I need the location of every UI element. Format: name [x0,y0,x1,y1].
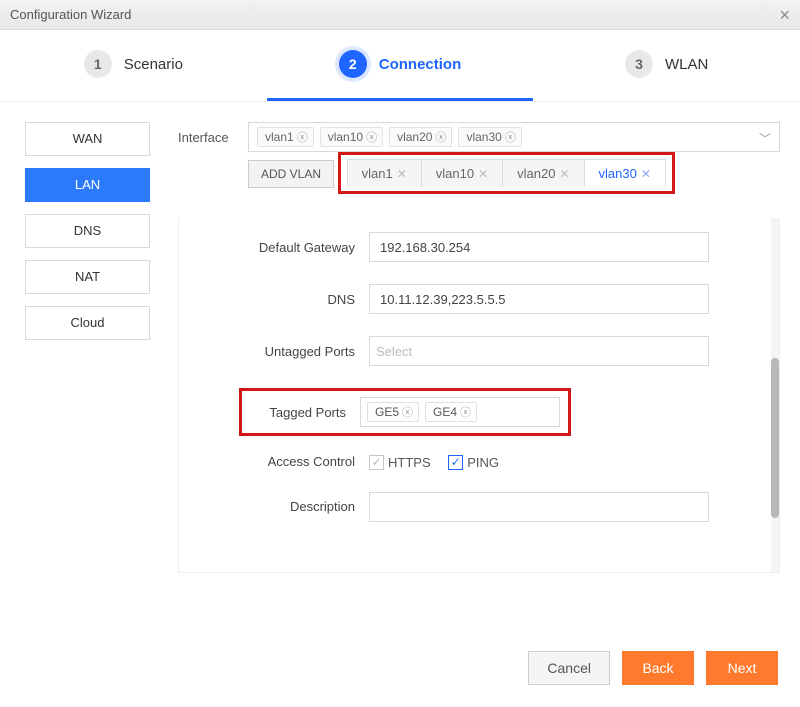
sidebar-item-wan[interactable]: WAN [25,122,150,156]
interface-tag[interactable]: vlan20ⓧ [389,127,452,147]
interface-tag[interactable]: vlan1ⓧ [257,127,314,147]
tagged-ports-select[interactable]: GE5ⓧ GE4ⓧ [360,397,560,427]
remove-icon[interactable]: ⓧ [505,129,516,145]
close-icon[interactable]: × [779,0,790,30]
add-vlan-button[interactable]: ADD VLAN [248,160,334,188]
chevron-down-icon: ﹀ [759,130,771,147]
scrollbar-thumb[interactable] [771,358,779,518]
access-control-label: Access Control [179,454,369,469]
remove-icon[interactable]: ⓧ [297,129,308,145]
highlight-tagged-ports: Tagged Ports GE5ⓧ GE4ⓧ [239,388,571,436]
form-panel: Default Gateway DNS Untagged Ports Selec… [178,218,780,573]
step-label: Scenario [124,56,183,73]
close-icon[interactable]: ✕ [478,167,488,181]
back-button[interactable]: Back [622,651,694,685]
description-label: Description [179,499,369,514]
next-button[interactable]: Next [706,651,778,685]
vlan-tab[interactable]: vlan10✕ [422,159,503,187]
remove-icon[interactable]: ⓧ [366,129,377,145]
interface-tag[interactable]: vlan10ⓧ [320,127,383,147]
vlan-tab[interactable]: vlan1✕ [347,159,422,187]
stepper: 1 Scenario 2 Connection 3 WLAN [0,30,800,102]
checkbox-label: HTTPS [388,455,431,470]
close-icon[interactable]: ✕ [397,167,407,181]
remove-icon[interactable]: ⓧ [402,404,413,420]
window-title: Configuration Wizard [10,0,131,30]
untagged-ports-select[interactable]: Select [369,336,709,366]
placeholder-text: Select [376,344,412,359]
step-number-icon: 3 [625,50,653,78]
vlan-tab[interactable]: vlan20✕ [503,159,584,187]
interface-label: Interface [178,130,238,145]
sidebar-item-lan[interactable]: LAN [25,168,150,202]
interface-select[interactable]: vlan1ⓧ vlan10ⓧ vlan20ⓧ vlan30ⓧ ﹀ [248,122,780,152]
sidebar-item-dns[interactable]: DNS [25,214,150,248]
step-label: WLAN [665,56,708,73]
step-number-icon: 1 [84,50,112,78]
cancel-button[interactable]: Cancel [528,651,610,685]
checkbox-icon: ✓ [448,455,463,470]
sidebar: WAN LAN DNS NAT Cloud [25,122,150,647]
step-wlan[interactable]: 3 WLAN [533,30,800,101]
vlan-tab[interactable]: vlan30✕ [585,159,666,187]
dns-input[interactable] [369,284,709,314]
close-icon[interactable]: ✕ [641,167,651,181]
close-icon[interactable]: ✕ [559,167,569,181]
interface-tag[interactable]: vlan30ⓧ [458,127,521,147]
untagged-label: Untagged Ports [179,344,369,359]
checkbox-label: PING [467,455,499,470]
https-checkbox[interactable]: ✓ HTTPS [369,455,431,470]
dns-label: DNS [179,292,369,307]
remove-icon[interactable]: ⓧ [460,404,471,420]
ping-checkbox[interactable]: ✓ PING [448,455,499,470]
step-label: Connection [379,56,462,73]
footer: Cancel Back Next [0,637,800,707]
step-scenario[interactable]: 1 Scenario [0,30,267,101]
tagged-label: Tagged Ports [250,405,360,420]
step-number-icon: 2 [339,50,367,78]
step-connection[interactable]: 2 Connection [267,30,534,101]
port-tag[interactable]: GE4ⓧ [425,402,477,422]
description-input[interactable] [369,492,709,522]
gateway-label: Default Gateway [179,240,369,255]
remove-icon[interactable]: ⓧ [435,129,446,145]
gateway-input[interactable] [369,232,709,262]
sidebar-item-nat[interactable]: NAT [25,260,150,294]
sidebar-item-cloud[interactable]: Cloud [25,306,150,340]
port-tag[interactable]: GE5ⓧ [367,402,419,422]
checkbox-icon: ✓ [369,455,384,470]
highlight-vlan-tabs: vlan1✕ vlan10✕ vlan20✕ vlan30✕ [338,152,675,194]
